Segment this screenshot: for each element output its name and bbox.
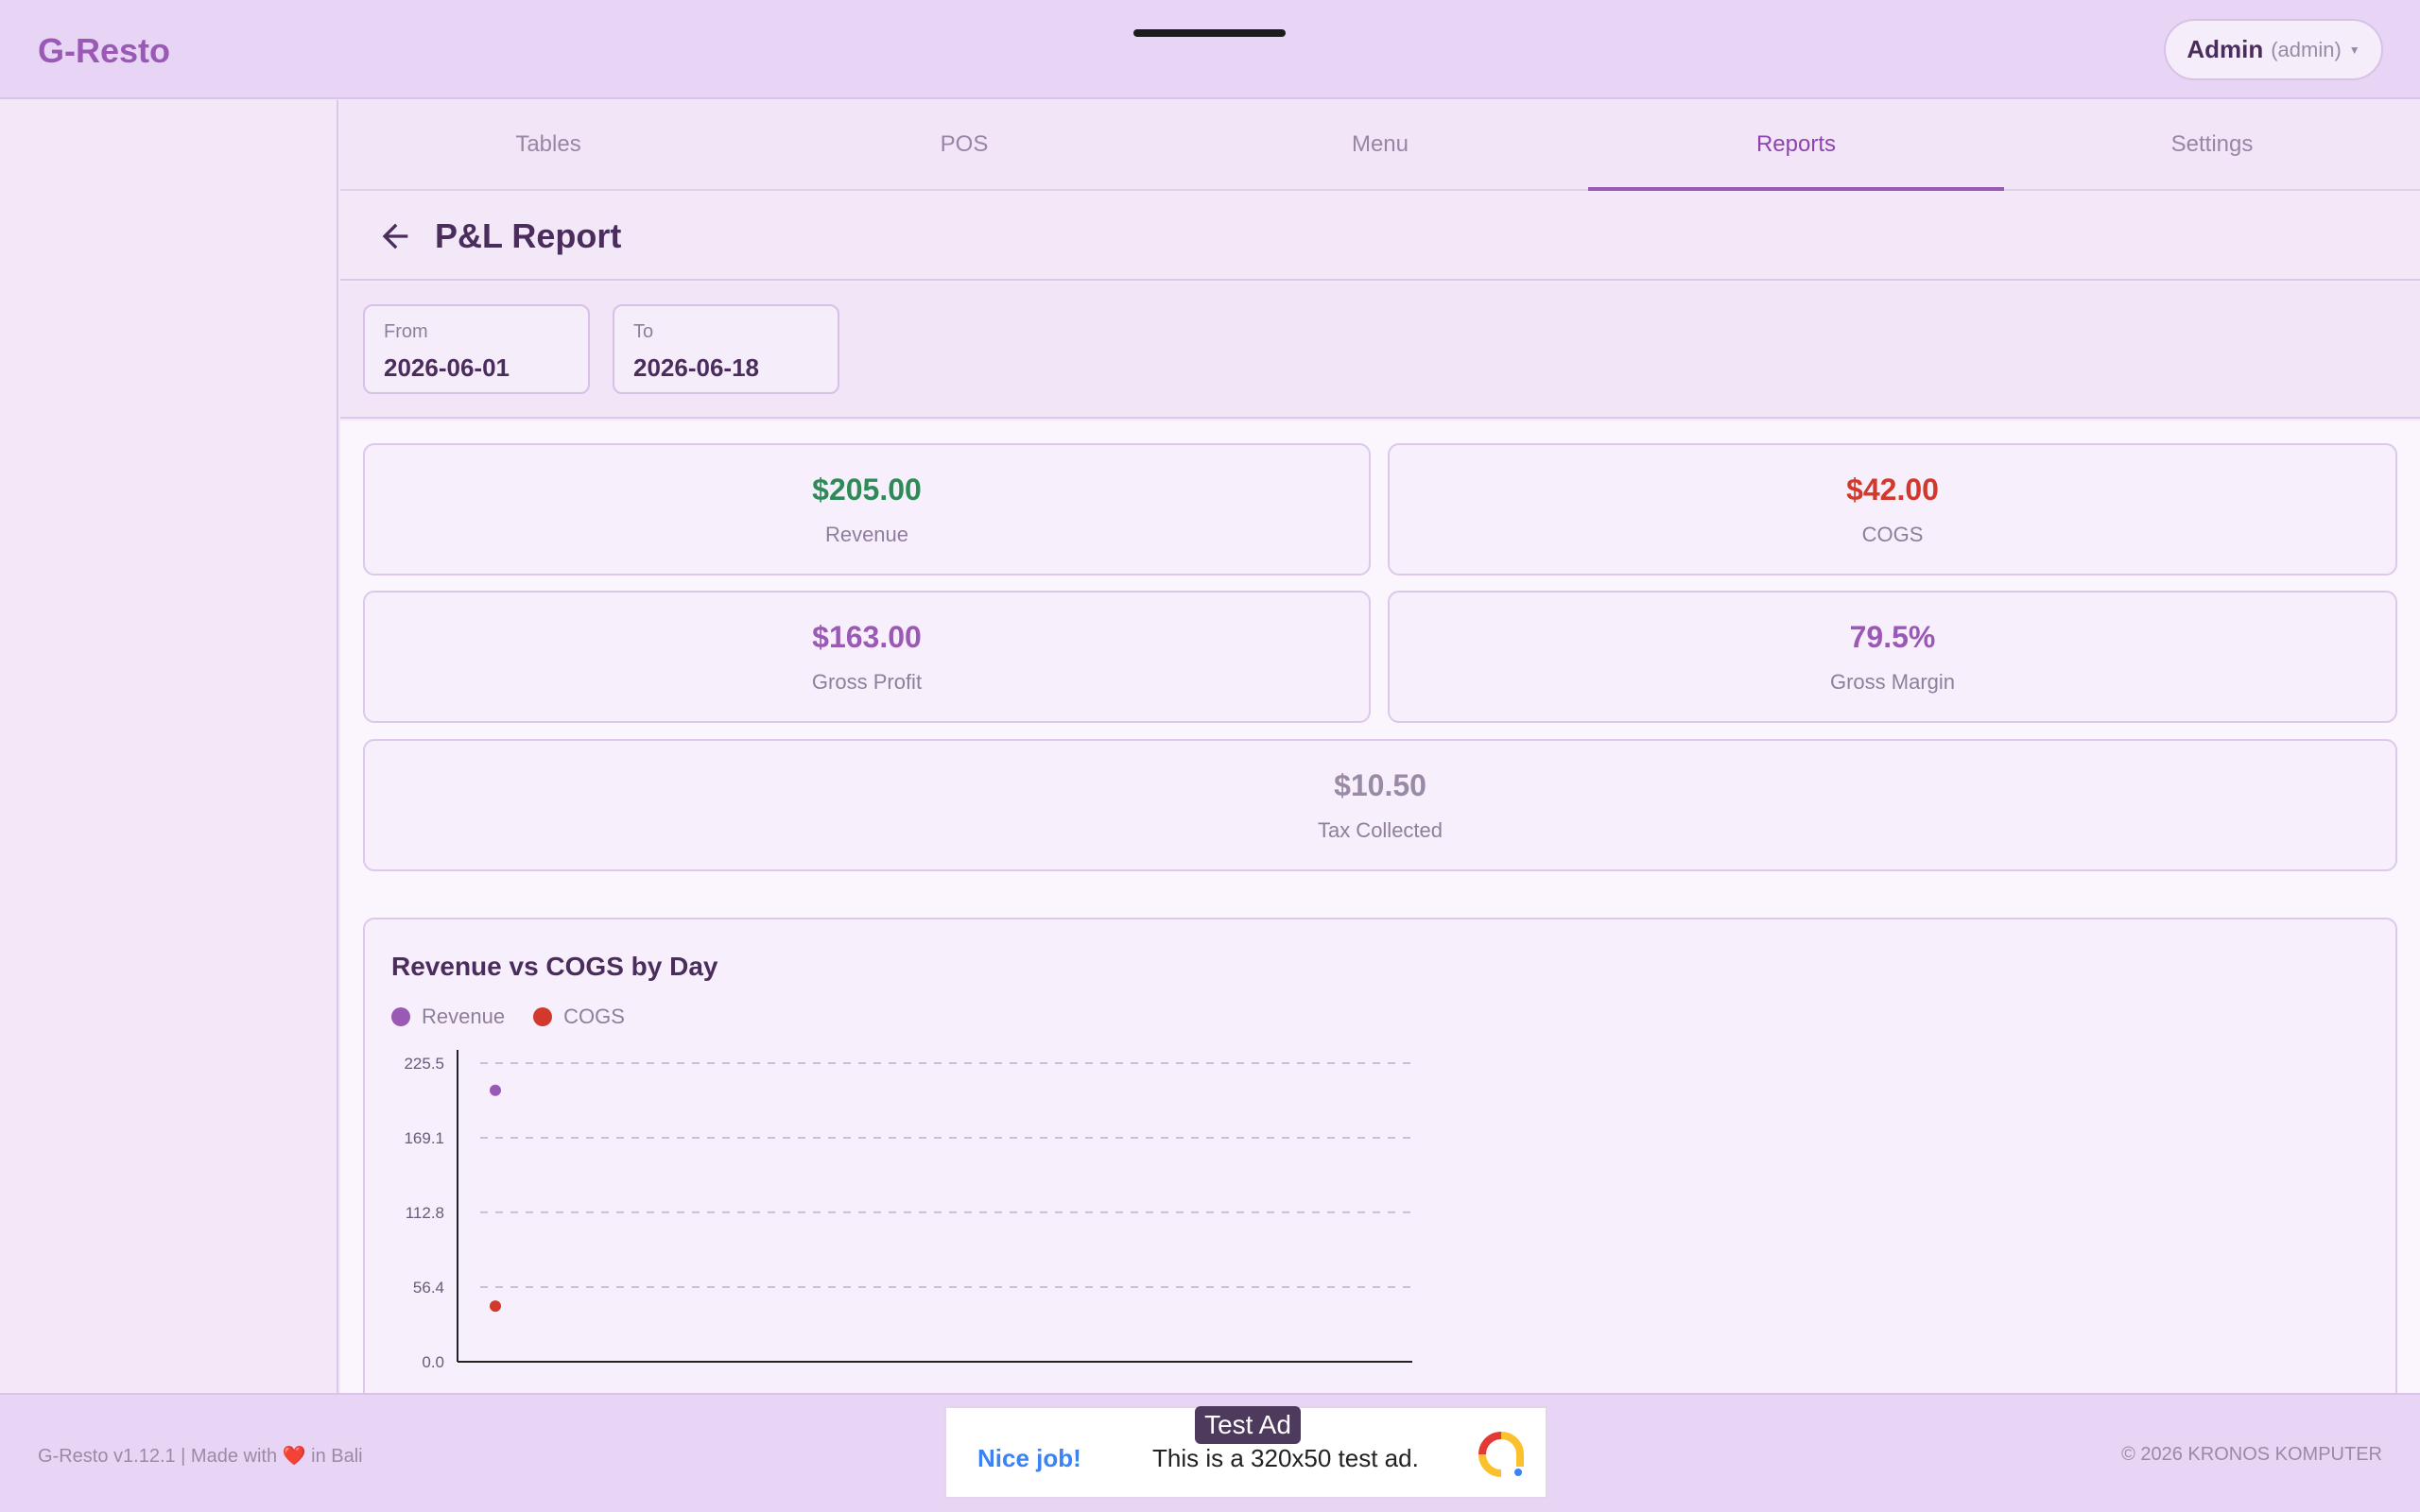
gross-profit-label: Gross Profit: [811, 669, 923, 694]
ad-badge: Test Ad: [1195, 1406, 1301, 1444]
ad-logo-icon: [1478, 1432, 1524, 1477]
footer-location: in Bali: [311, 1446, 363, 1467]
report-content: $205.00 Revenue $42.00 COGS $163.00 Gros…: [340, 421, 2420, 1393]
from-date-value: 2026-06-01: [384, 353, 510, 382]
tab-settings[interactable]: Settings: [2004, 100, 2420, 189]
ad-headline: Nice job!: [977, 1444, 1081, 1472]
main-tabs: Tables POS Menu Reports Settings: [340, 100, 2420, 191]
tax-collected-label: Tax Collected: [1317, 817, 1443, 842]
tab-menu[interactable]: Menu: [1172, 100, 1588, 189]
cogs-value: $42.00: [1846, 472, 1939, 507]
footer-version: G-Resto v1.12.1 | Made with ❤️ in Bali: [38, 1444, 363, 1468]
page-header: P&L Report: [340, 193, 2420, 281]
from-date-field[interactable]: From 2026-06-01: [363, 304, 590, 394]
cogs-card: $42.00 COGS: [1388, 443, 2397, 576]
ad-banner[interactable]: Test Ad Nice job! This is a 320x50 test …: [944, 1406, 1547, 1499]
tab-pos[interactable]: POS: [756, 100, 1172, 189]
gross-profit-card: $163.00 Gross Profit: [363, 591, 1371, 723]
caret-down-icon: ▼: [2348, 43, 2360, 57]
footer-copyright: © 2026 KRONOS KOMPUTER: [2121, 1444, 2382, 1465]
back-button[interactable]: [369, 210, 422, 263]
chart-plot: 225.5 169.1 112.8 56.4 0.0: [404, 1050, 1412, 1371]
arrow-left-icon: [382, 223, 408, 249]
tab-tables[interactable]: Tables: [340, 100, 756, 189]
user-role: (admin): [2271, 37, 2342, 61]
data-point-cogs[interactable]: [490, 1300, 501, 1313]
revenue-value: $205.00: [812, 472, 922, 507]
tax-collected-value: $10.50: [1334, 767, 1426, 802]
data-point-revenue[interactable]: [490, 1084, 501, 1096]
from-date-label: From: [384, 321, 428, 342]
tax-collected-card: $10.50 Tax Collected: [363, 739, 2397, 871]
y-tick-label: 169.1: [404, 1129, 444, 1147]
drag-handle[interactable]: [1133, 29, 1286, 37]
y-tick-label: 112.8: [406, 1204, 444, 1222]
gross-margin-value: 79.5%: [1849, 619, 1936, 654]
to-date-label: To: [633, 321, 654, 342]
revenue-card: $205.00 Revenue: [363, 443, 1371, 576]
cogs-label: COGS: [1861, 522, 1924, 546]
revenue-cogs-chart-card: Revenue vs COGS by Day Revenue COGS 225.…: [363, 918, 2397, 1393]
top-app-bar: G-Resto Admin (admin) ▼: [0, 0, 2420, 99]
footer-version-text: G-Resto v1.12.1 | Made with: [38, 1446, 278, 1467]
date-filters: From 2026-06-01 To 2026-06-18: [340, 283, 2420, 419]
y-tick-label: 225.5: [404, 1055, 444, 1073]
app-title: G-Resto: [38, 31, 171, 70]
to-date-value: 2026-06-18: [633, 353, 759, 382]
ad-text: This is a 320x50 test ad.: [1152, 1444, 1419, 1472]
to-date-field[interactable]: To 2026-06-18: [613, 304, 839, 394]
tab-reports[interactable]: Reports: [1588, 100, 2004, 191]
y-tick-label: 0.0: [422, 1353, 444, 1371]
sidebar: [0, 100, 338, 1393]
y-tick-label: 56.4: [413, 1279, 444, 1297]
gross-margin-card: 79.5% Gross Margin: [1388, 591, 2397, 723]
gross-margin-label: Gross Margin: [1829, 669, 1956, 694]
page-title: P&L Report: [435, 215, 622, 255]
user-menu-button[interactable]: Admin (admin) ▼: [2164, 19, 2383, 80]
heart-icon: ❤️: [282, 1446, 306, 1467]
user-name: Admin: [2187, 35, 2264, 63]
gross-profit-value: $163.00: [812, 619, 922, 654]
revenue-label: Revenue: [824, 522, 909, 546]
